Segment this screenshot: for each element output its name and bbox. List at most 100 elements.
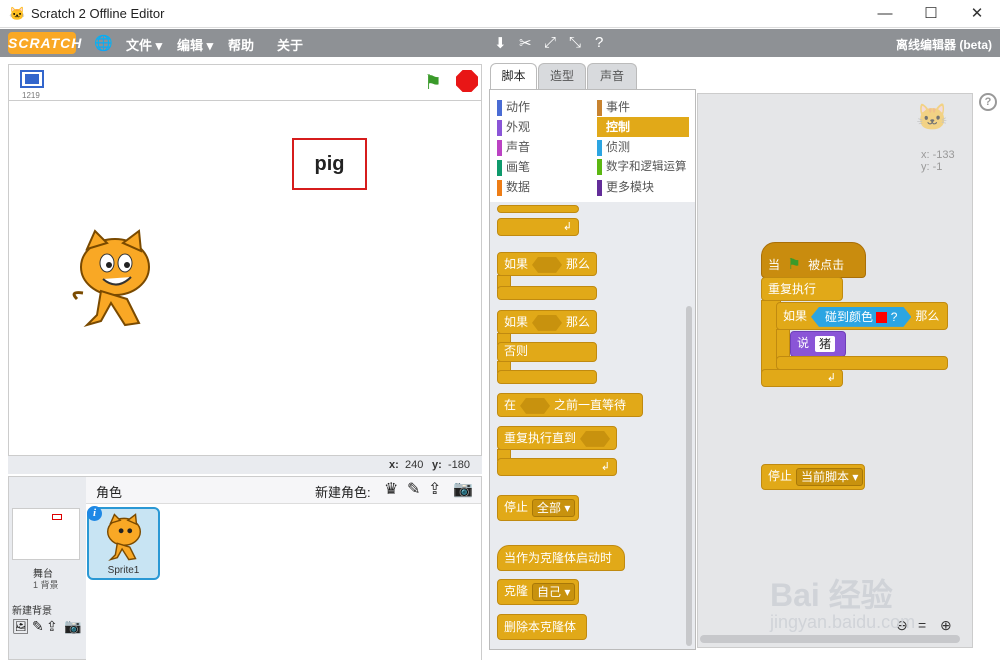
- fullscreen-icon[interactable]: [20, 70, 44, 88]
- green-flag-icon[interactable]: ⚑: [424, 70, 442, 95]
- forever-block[interactable]: 重复执行: [761, 277, 843, 301]
- palette-block-top-stub[interactable]: [497, 205, 579, 213]
- categories-left: 动作 外观 声音 画笔 数据: [497, 97, 585, 197]
- backdrop-library-icon[interactable]: 🖼: [12, 618, 30, 635]
- block-categories: 动作 外观 声音 画笔 数据 事件 控制 侦测 数字和逻辑运算 更多模块: [490, 90, 695, 202]
- menu-about[interactable]: 关于: [277, 35, 303, 54]
- when-flag-clicked-block[interactable]: 当 ⚑ 被点击: [761, 242, 866, 278]
- category-data[interactable]: 数据: [497, 177, 585, 197]
- y-value: -180: [448, 459, 471, 471]
- forever-end[interactable]: ↲: [761, 369, 843, 387]
- window-titlebar: 🐱 Scratch 2 Offline Editor — ☐ ✕: [0, 0, 1000, 28]
- category-pen[interactable]: 画笔: [497, 157, 585, 177]
- categories-right: 事件 控制 侦测 数字和逻辑运算 更多模块: [597, 97, 689, 197]
- new-backdrop-label: 新建背景: [12, 606, 52, 617]
- menu-file[interactable]: 文件 ▾: [126, 35, 162, 54]
- block-help-icon[interactable]: ?: [595, 34, 603, 51]
- palette-else-label[interactable]: 否则: [497, 342, 597, 362]
- scratch-cat-sprite[interactable]: [67, 229, 163, 331]
- sprite-x-readout: x: -133: [921, 149, 955, 161]
- x-label: x:: [389, 459, 399, 471]
- if-arm: [776, 329, 790, 359]
- category-sound[interactable]: 声音: [497, 137, 585, 157]
- palette-wait-until-block[interactable]: 在之前一直等待: [497, 393, 643, 417]
- sprite-info-icon[interactable]: i: [87, 506, 102, 521]
- tab-sounds[interactable]: 声音: [587, 63, 637, 89]
- camera-backdrop-icon[interactable]: 📷: [64, 618, 81, 635]
- zoom-in-icon[interactable]: ⊕: [940, 617, 952, 634]
- palette-clone-start-hat[interactable]: 当作为克隆体启动时: [497, 545, 625, 571]
- watermark-brand: Bai 经验: [770, 577, 893, 613]
- category-looks[interactable]: 外观: [497, 117, 585, 137]
- paint-sprite-icon[interactable]: ✎: [407, 479, 420, 499]
- palette-if-else-block[interactable]: 如果 那么: [497, 310, 597, 334]
- tab-scripts[interactable]: 脚本: [490, 63, 537, 90]
- category-more-blocks[interactable]: 更多模块: [597, 177, 689, 197]
- stage-toolbar: [8, 64, 482, 100]
- zoom-reset-icon[interactable]: =: [918, 617, 926, 633]
- stage-canvas[interactable]: [8, 100, 482, 456]
- palette-if-then-end[interactable]: [497, 286, 597, 300]
- say-text-input[interactable]: 猪: [815, 335, 836, 352]
- new-sprite-label: 新建角色:: [315, 485, 371, 500]
- palette-loop-end[interactable]: ↲: [497, 218, 579, 236]
- scratch-logo[interactable]: SCRATCH: [8, 32, 81, 54]
- category-motion[interactable]: 动作: [497, 97, 585, 117]
- menu-help[interactable]: 帮助: [228, 35, 254, 54]
- touching-color-sensor[interactable]: 碰到颜色 ?: [811, 307, 911, 327]
- clone-dropdown[interactable]: 自己 ▾: [532, 582, 576, 601]
- edition-label: 离线编辑器 (beta): [895, 38, 992, 52]
- maximize-button[interactable]: ☐: [908, 0, 954, 28]
- category-events[interactable]: 事件: [597, 97, 689, 117]
- palette-stop-block[interactable]: 停止 全部 ▾: [497, 495, 579, 521]
- stop-this-script-block[interactable]: 停止 当前脚本 ▾: [761, 464, 865, 490]
- palette-if-else-end[interactable]: [497, 370, 597, 384]
- color-swatch[interactable]: [876, 312, 887, 323]
- window-title: Scratch 2 Offline Editor: [31, 6, 165, 21]
- scratch-menubar: SCRATCH 🌐 文件 ▾ 编辑 ▾ 帮助 关于 ⬇ ✂ ⤢ ⤡ ? 离线编辑…: [0, 29, 1000, 57]
- globe-icon[interactable]: 🌐: [94, 34, 113, 52]
- sprite-y-readout: y: -1: [921, 161, 943, 173]
- scratch-app-icon: 🐱: [9, 6, 26, 21]
- sprite1-thumbnail: [106, 513, 142, 562]
- tab-costumes[interactable]: 造型: [538, 63, 586, 89]
- help-question-icon[interactable]: ?: [979, 93, 997, 111]
- upload-backdrop-icon[interactable]: ⇪: [46, 618, 58, 635]
- minimize-button[interactable]: —: [862, 0, 908, 28]
- choose-sprite-library-icon[interactable]: ♛: [384, 479, 398, 499]
- scripts-scrollbar[interactable]: [700, 635, 960, 643]
- paint-backdrop-icon[interactable]: ✎: [32, 618, 44, 635]
- current-sprite-thumbnail: 🐱: [916, 102, 949, 132]
- stage-backdrop-count: 1 背景: [33, 580, 59, 590]
- camera-sprite-icon[interactable]: 📷: [453, 479, 473, 499]
- palette-create-clone-block[interactable]: 克隆 自己 ▾: [497, 579, 579, 605]
- if-end[interactable]: [776, 356, 948, 370]
- say-block[interactable]: 说猪: [790, 331, 846, 357]
- palette-if-then-block[interactable]: 如果 那么: [497, 252, 597, 276]
- if-touching-color-block[interactable]: 如果 碰到颜色 ? 那么: [776, 302, 948, 330]
- grow-icon[interactable]: ⤢: [544, 34, 556, 51]
- palette-scrollbar[interactable]: [686, 306, 692, 646]
- stage-coordinates: x: 240 y: -180: [8, 456, 482, 474]
- category-control[interactable]: 控制: [597, 117, 689, 137]
- palette-repeat-until-end[interactable]: ↲: [497, 458, 617, 476]
- palette-delete-clone-block[interactable]: 删除本克隆体: [497, 614, 587, 640]
- sprite-position-readout: x: -133 y: -1: [921, 149, 955, 173]
- stop-dropdown[interactable]: 全部 ▾: [532, 498, 576, 517]
- stage-thumbnail[interactable]: [12, 508, 80, 560]
- menu-edit[interactable]: 编辑 ▾: [177, 35, 213, 54]
- category-sensing[interactable]: 侦测: [597, 137, 689, 157]
- delete-cut-icon[interactable]: ✂: [519, 34, 532, 52]
- stop-script-dropdown[interactable]: 当前脚本 ▾: [796, 467, 864, 486]
- shrink-icon[interactable]: ⤡: [569, 34, 581, 51]
- sprite1-name: Sprite1: [107, 565, 140, 576]
- pig-text-box: pig: [292, 138, 367, 190]
- category-operators[interactable]: 数字和逻辑运算: [597, 157, 689, 177]
- version-label: 1219: [22, 91, 40, 100]
- upload-sprite-icon[interactable]: ⇪: [428, 479, 441, 499]
- close-button[interactable]: ✕: [954, 0, 1000, 28]
- duplicate-stamp-icon[interactable]: ⬇: [494, 34, 507, 52]
- watermark-url: jingyan.baidu.com: [770, 612, 916, 632]
- flag-icon: ⚑: [787, 256, 801, 273]
- palette-repeat-until-block[interactable]: 重复执行直到: [497, 426, 617, 450]
